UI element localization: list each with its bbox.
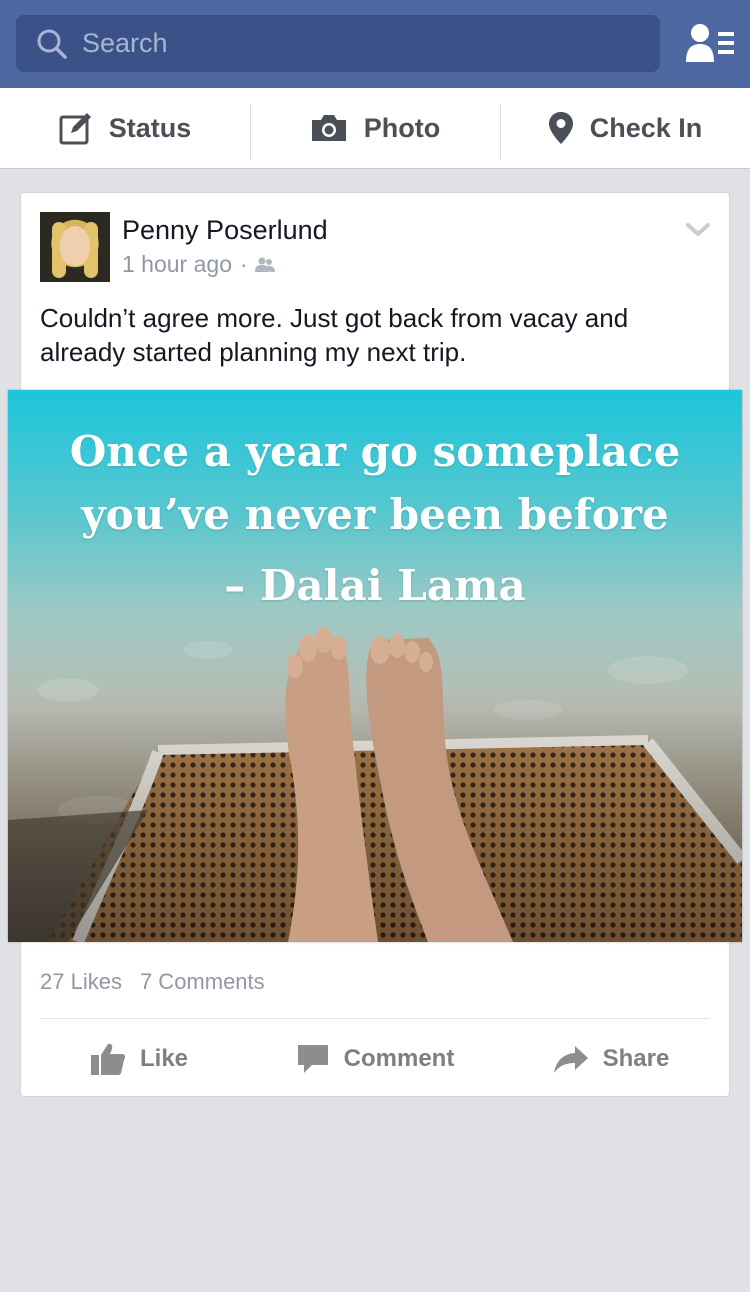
top-bar: Search: [0, 0, 750, 88]
photo-label: Photo: [363, 112, 441, 143]
thumbs-up-icon: [90, 1043, 126, 1075]
divider: [40, 1018, 710, 1019]
post-author[interactable]: Penny Poserlund: [122, 215, 328, 246]
quote-line-2: you’ve never been before: [81, 490, 669, 539]
comment-bubble-icon: [297, 1045, 328, 1073]
checkin-button[interactable]: Check In: [500, 88, 750, 168]
photo-quote: Once a year go someplace you’ve never be…: [8, 420, 742, 617]
status-label: Status: [108, 112, 192, 143]
avatar[interactable]: [40, 212, 110, 282]
location-pin-icon: [548, 112, 573, 144]
meta-separator: ·: [239, 251, 248, 277]
search-input[interactable]: Search: [82, 28, 168, 59]
comment-label: Comment: [343, 1045, 455, 1072]
share-button[interactable]: Share: [493, 1033, 729, 1085]
comments-count[interactable]: 7 Comments: [140, 969, 265, 994]
search-icon: [37, 29, 67, 59]
post-meta: 1 hour ago ·: [122, 251, 276, 278]
likes-count[interactable]: 27 Likes: [40, 969, 122, 994]
share-label: Share: [602, 1045, 670, 1072]
camera-icon: [311, 115, 346, 141]
checkin-label: Check In: [589, 112, 703, 143]
composer-bar: Status Photo Check In: [0, 88, 750, 169]
post-actions: Like Comment Share: [21, 1033, 729, 1085]
chevron-down-icon[interactable]: [685, 221, 711, 239]
post-stats: 27 Likes 7 Comments: [40, 969, 265, 995]
post-text: Couldn’t agree more. Just got back from …: [40, 303, 629, 367]
comment-button[interactable]: Comment: [257, 1033, 493, 1085]
quote-author: – Dalai Lama: [224, 561, 526, 610]
like-label: Like: [139, 1045, 189, 1072]
friends-audience-icon: [254, 257, 275, 272]
edit-icon: [59, 113, 91, 145]
like-button[interactable]: Like: [21, 1033, 257, 1085]
post-photo[interactable]: Once a year go someplace you’ve never be…: [8, 390, 742, 942]
status-button[interactable]: Status: [0, 88, 250, 168]
friend-requests-icon[interactable]: [684, 22, 736, 66]
quote-line-1: Once a year go someplace: [69, 427, 681, 476]
photo-button[interactable]: Photo: [250, 88, 500, 168]
post-time[interactable]: 1 hour ago: [122, 251, 232, 278]
share-arrow-icon: [553, 1046, 588, 1073]
search-bar[interactable]: Search: [16, 15, 660, 72]
